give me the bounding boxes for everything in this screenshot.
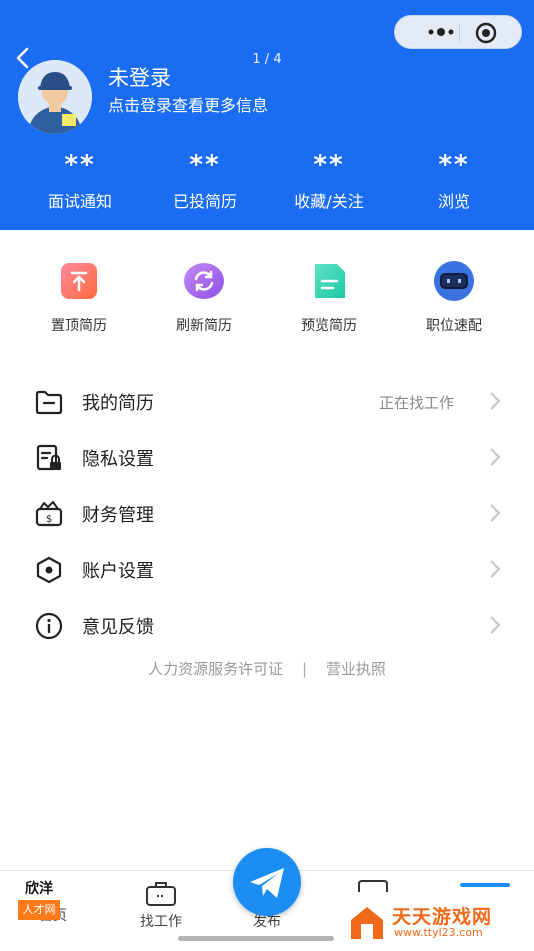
briefcase-icon	[146, 882, 176, 906]
link-separator: |	[301, 660, 308, 678]
license-links: 人力资源服务许可证 | 营业执照	[0, 658, 534, 679]
stat-label: 面试通知	[47, 192, 112, 211]
menu-label: 我的简历	[82, 393, 154, 414]
quick-label: 刷新简历	[176, 318, 232, 334]
document-icon	[315, 264, 345, 298]
page-indicator: 1 / 4	[252, 52, 282, 67]
quick-pin-resume[interactable]: 置顶简历	[24, 255, 134, 335]
message-icon[interactable]	[356, 879, 390, 893]
quick-refresh-resume[interactable]: 刷新简历	[149, 255, 259, 335]
chevron-right-icon	[490, 560, 501, 578]
privacy-lock-icon	[36, 444, 61, 471]
menu-label: 意见反馈	[82, 617, 154, 638]
stat-value: **	[438, 150, 470, 180]
ttyl-watermark: 天天游戏网 www.ttyl23.com	[348, 900, 534, 944]
quick-job-match[interactable]: 职位速配	[399, 255, 509, 335]
profile-header: 1 / 4 未登录 点击登录查看更多信息 ** 面试通知 ** 已投简历 ** …	[0, 0, 534, 230]
stat-value: **	[64, 150, 96, 180]
stat-label: 已投简历	[172, 192, 237, 211]
publish-button[interactable]	[233, 848, 301, 916]
stat-label: 浏览	[437, 192, 470, 211]
tab-find-jobs[interactable]: 找工作	[116, 879, 206, 931]
chevron-right-icon	[490, 504, 501, 522]
menu-label: 隐私设置	[82, 449, 154, 470]
watermark-url: www.ttyl23.com	[394, 926, 483, 939]
paper-plane-icon	[250, 868, 284, 898]
menu-privacy-settings[interactable]: 隐私设置	[0, 428, 534, 484]
login-prompt[interactable]: 点击登录查看更多信息	[108, 92, 268, 116]
user-name[interactable]: 未登录	[108, 62, 171, 92]
worker-avatar-icon	[18, 60, 92, 134]
chevron-right-icon	[490, 616, 501, 634]
stat-value: **	[189, 150, 221, 180]
menu-finance[interactable]: $ 财务管理	[0, 484, 534, 540]
refresh-icon	[184, 263, 224, 299]
stat-applied-resumes[interactable]: ** 已投简历	[145, 150, 265, 212]
svg-text:$: $	[46, 514, 52, 525]
quick-label: 预览简历	[301, 318, 357, 334]
settings-hexagon-icon	[36, 556, 62, 584]
capsule-divider	[459, 24, 460, 42]
menu-label: 账户设置	[82, 561, 154, 582]
house-logo-icon	[351, 907, 383, 939]
menu-label: 财务管理	[82, 505, 154, 526]
chevron-right-icon	[490, 448, 501, 466]
mini-program-capsule	[394, 15, 522, 49]
home-indicator	[178, 936, 334, 941]
logo-text-top: 欣洋	[18, 878, 60, 900]
wallet-icon: $	[35, 501, 63, 527]
chevron-right-icon	[490, 392, 501, 410]
stat-interview-notices[interactable]: ** 面试通知	[20, 150, 140, 212]
folder-icon	[35, 390, 63, 415]
stat-views[interactable]: ** 浏览	[394, 150, 514, 212]
avatar[interactable]	[18, 60, 92, 134]
quick-preview-resume[interactable]: 预览简历	[274, 255, 384, 335]
hr-license-link[interactable]: 人力资源服务许可证	[148, 660, 283, 678]
quick-label: 职位速配	[426, 318, 482, 334]
job-status-hint: 正在找工作	[378, 394, 454, 412]
menu-feedback[interactable]: 意见反馈	[0, 596, 534, 652]
xinyang-logo: 欣洋 人才网	[18, 878, 60, 922]
watermark-title: 天天游戏网	[392, 906, 493, 928]
robot-icon	[434, 261, 474, 301]
info-icon	[35, 612, 63, 640]
menu-account-settings[interactable]: 账户设置	[0, 540, 534, 596]
close-target-icon[interactable]	[475, 22, 497, 44]
stat-favorites-follows[interactable]: ** 收藏/关注	[269, 150, 389, 212]
pin-top-icon	[61, 263, 97, 299]
mine-tab-indicator[interactable]	[460, 883, 510, 887]
logo-text-bottom: 人才网	[18, 900, 60, 920]
business-license-link[interactable]: 营业执照	[326, 660, 386, 678]
quick-actions: 置顶简历 刷新简历 预览简历 职位速配	[0, 255, 534, 345]
menu-my-resume[interactable]: 我的简历 正在找工作	[0, 372, 534, 428]
stats-row: ** 面试通知 ** 已投简历 ** 收藏/关注 ** 浏览	[0, 150, 534, 220]
quick-label: 置顶简历	[51, 318, 107, 334]
stat-value: **	[313, 150, 345, 180]
tab-label: 找工作	[140, 914, 182, 930]
stat-label: 收藏/关注	[294, 192, 364, 211]
